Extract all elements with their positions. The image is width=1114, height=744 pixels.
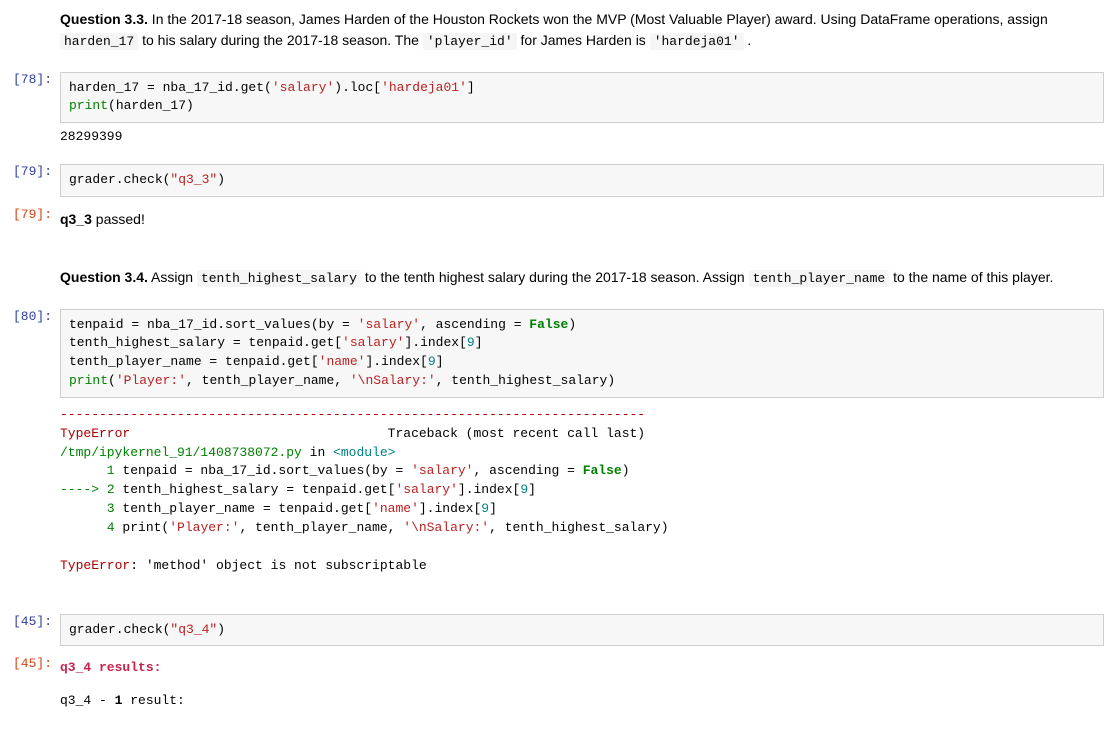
output-body: q3_4 results: q3_4 - 1 result: [60, 652, 1104, 722]
grader-results-sub: q3_4 - 1 result: [60, 693, 1104, 718]
in-prompt: [79]: [0, 160, 60, 201]
code-body: grader.check("q3_4") [60, 610, 1104, 651]
output-cell-79: [79]: q3_3 passed! [0, 203, 1104, 261]
notebook: Question 3.3. In the 2017-18 season, Jam… [0, 0, 1114, 744]
code-editor[interactable]: harden_17 = nba_17_id.get('salary').loc[… [60, 72, 1104, 124]
output-body: q3_3 passed! [60, 203, 1104, 261]
question-label: Question 3.3. [60, 11, 148, 27]
code-cell-78: [78]: harden_17 = nba_17_id.get('salary'… [0, 68, 1104, 159]
md-text: to the tenth highest salary during the 2… [361, 269, 749, 285]
out-prompt: [45]: [0, 652, 60, 722]
inline-code: harden_17 [60, 33, 138, 50]
markdown-body: Question 3.3. In the 2017-18 season, Jam… [60, 5, 1104, 66]
markdown-body: Question 3.4. Assign tenth_highest_salar… [60, 263, 1104, 303]
code-cell-45: [45]: grader.check("q3_4") [0, 610, 1104, 651]
inline-code: 'player_id' [423, 33, 517, 50]
output-cell-45: [45]: q3_4 results: q3_4 - 1 result: [0, 652, 1104, 722]
code-body: harden_17 = nba_17_id.get('salary').loc[… [60, 68, 1104, 159]
code-body: tenpaid = nba_17_id.sort_values(by = 'sa… [60, 305, 1104, 590]
code-editor[interactable]: grader.check("q3_4") [60, 614, 1104, 647]
question-label: Question 3.4. [60, 269, 148, 285]
inline-code: tenth_player_name [749, 270, 890, 287]
md-text: for James Harden is [517, 32, 650, 48]
code-body: grader.check("q3_3") [60, 160, 1104, 201]
grader-pass: q3_3 passed! [60, 207, 1104, 257]
md-text: to his salary during the 2017-18 season.… [138, 32, 423, 48]
prompt-empty [0, 5, 60, 66]
prompt-empty [0, 263, 60, 303]
code-cell-80: [80]: tenpaid = nba_17_id.sort_values(by… [0, 305, 1104, 590]
md-text: In the 2017-18 season, James Harden of t… [148, 11, 1048, 27]
in-prompt: [45]: [0, 610, 60, 651]
md-text: . [744, 32, 752, 48]
code-editor[interactable]: tenpaid = nba_17_id.sort_values(by = 'sa… [60, 309, 1104, 398]
markdown-cell-q34: Question 3.4. Assign tenth_highest_salar… [0, 263, 1104, 303]
grader-results-head: q3_4 results: [60, 656, 1104, 693]
in-prompt: [78]: [0, 68, 60, 159]
code-cell-79: [79]: grader.check("q3_3") [0, 160, 1104, 201]
traceback-output: ----------------------------------------… [60, 398, 1104, 586]
out-prompt: [79]: [0, 203, 60, 261]
inline-code: tenth_highest_salary [197, 270, 361, 287]
stdout-output: 28299399 [60, 123, 1104, 154]
code-editor[interactable]: grader.check("q3_3") [60, 164, 1104, 197]
md-text: to the name of this player. [889, 269, 1053, 285]
markdown-cell-q33: Question 3.3. In the 2017-18 season, Jam… [0, 5, 1104, 66]
inline-code: 'hardeja01' [650, 33, 744, 50]
md-text: Assign [148, 269, 197, 285]
in-prompt: [80]: [0, 305, 60, 590]
